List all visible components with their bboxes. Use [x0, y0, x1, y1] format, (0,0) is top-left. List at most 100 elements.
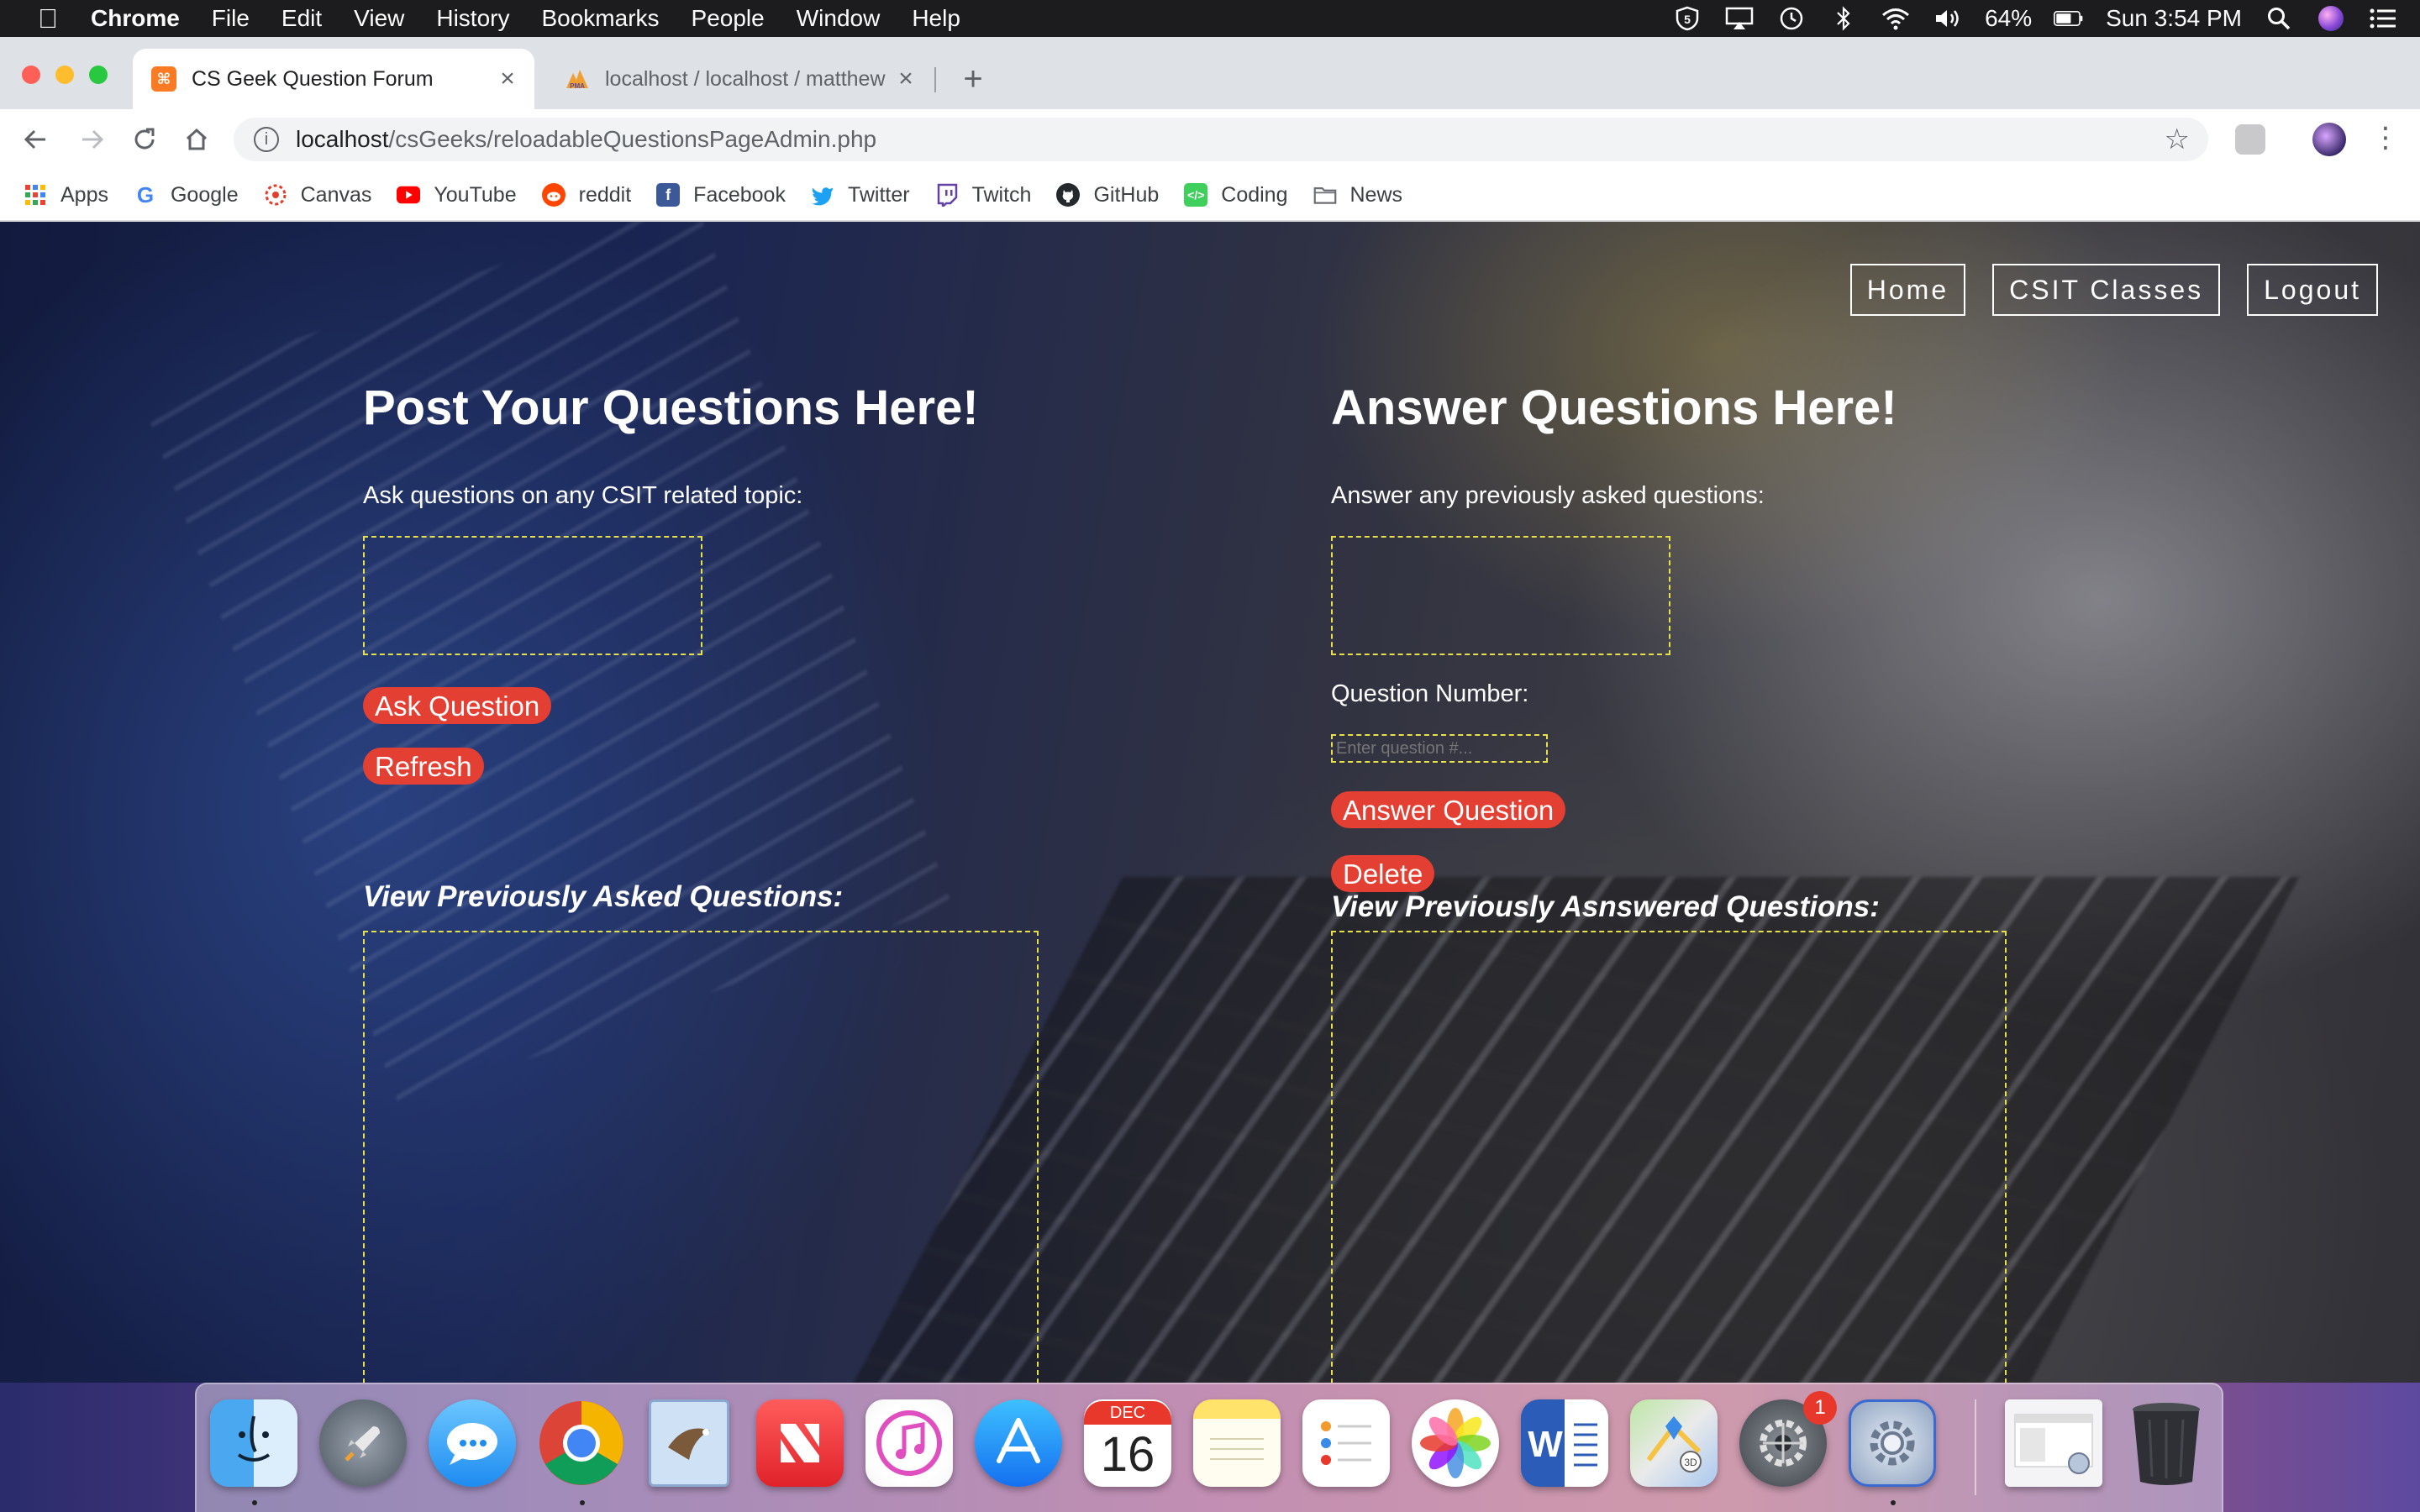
address-bar[interactable]: i localhost/csGeeks/reloadableQuestionsP… [234, 118, 2208, 161]
question-number-label: Question Number: [1331, 680, 1529, 707]
twitch-icon [935, 183, 959, 207]
browser-tab-strip: ⌘ CS Geek Question Forum × PMA localhost… [0, 37, 2420, 109]
bookmark-canvas[interactable]: Canvas [264, 183, 371, 207]
reminders-icon[interactable] [1302, 1399, 1390, 1487]
minimized-window-thumbnail[interactable] [2005, 1399, 2102, 1487]
phpmyadmin-icon: PMA [565, 66, 590, 92]
tab-divider [934, 67, 936, 92]
wifi-icon[interactable] [1881, 6, 1911, 31]
notification-center-icon[interactable] [2368, 6, 2398, 31]
app-store-icon[interactable] [975, 1399, 1062, 1487]
ask-question-button[interactable]: Ask Question [363, 687, 552, 724]
bookmark-news-folder[interactable]: News [1313, 182, 1403, 207]
menu-help[interactable]: Help [912, 5, 960, 32]
bookmark-star-icon[interactable]: ☆ [2165, 123, 2190, 156]
time-machine-icon[interactable] [1776, 6, 1807, 31]
bookmark-facebook[interactable]: f Facebook [656, 183, 786, 207]
itunes-icon[interactable] [865, 1399, 953, 1487]
tab-close-icon[interactable]: × [891, 64, 921, 94]
menubar-clock[interactable]: Sun 3:54 PM [2106, 5, 2242, 32]
home-icon[interactable] [178, 121, 215, 158]
tab-cs-geek-forum[interactable]: ⌘ CS Geek Question Forum × [133, 49, 534, 109]
url-host: localhost [296, 126, 389, 152]
calendar-month: DEC [1084, 1401, 1171, 1425]
ask-heading: Post Your Questions Here! [363, 381, 979, 435]
maps-icon[interactable]: 3D [1630, 1399, 1718, 1487]
refresh-button[interactable]: Refresh [363, 748, 484, 785]
running-indicator [252, 1500, 257, 1505]
window-zoom-button[interactable] [89, 66, 108, 84]
nav-logout-link[interactable]: Logout [2247, 264, 2378, 316]
chrome-app-icon[interactable] [538, 1399, 625, 1487]
bookmark-google[interactable]: G Google [134, 182, 239, 207]
reload-icon[interactable] [126, 121, 163, 158]
svg-text:PMA: PMA [570, 82, 585, 90]
tab-phpmyadmin[interactable]: PMA localhost / localhost / matthew × [546, 49, 933, 109]
window-close-button[interactable] [22, 66, 40, 84]
bookmark-twitch[interactable]: Twitch [935, 183, 1031, 207]
twitter-icon [811, 183, 834, 207]
siri-icon[interactable] [2316, 6, 2346, 31]
airplay-icon[interactable] [1724, 6, 1754, 31]
macos-menu-bar:  Chrome File Edit View History Bookmark… [0, 0, 2420, 37]
finder-icon[interactable] [210, 1399, 297, 1487]
chrome-menu-icon[interactable]: ⋮ [2371, 121, 2400, 155]
bookmark-reddit[interactable]: reddit [541, 183, 631, 207]
new-tab-icon[interactable]: + [956, 62, 990, 96]
canvas-icon [264, 183, 287, 207]
site-info-icon[interactable]: i [254, 127, 279, 152]
volume-icon[interactable] [1933, 6, 1963, 31]
running-indicator [580, 1500, 585, 1505]
back-icon[interactable] [17, 121, 54, 158]
bookmark-coding[interactable]: </> Coding [1184, 183, 1288, 207]
answer-textarea[interactable] [1331, 536, 1670, 655]
bookmark-github[interactable]: GitHub [1056, 183, 1159, 207]
battery-percent: 64% [1985, 5, 2033, 31]
bookmark-twitter[interactable]: Twitter [811, 183, 910, 207]
bookmark-apps[interactable]: Apps [24, 183, 108, 207]
messages-icon[interactable] [429, 1399, 516, 1487]
news-app-icon[interactable] [756, 1399, 844, 1487]
ask-question-section: Post Your Questions Here! Ask questions … [363, 222, 1203, 1383]
menu-history[interactable]: History [436, 5, 509, 32]
menu-app-name[interactable]: Chrome [91, 5, 180, 32]
word-icon[interactable]: W [1521, 1399, 1608, 1487]
menubar-status-area: 5 64% Sun 3:54 PM [1672, 0, 2398, 37]
battery-icon[interactable] [2054, 6, 2084, 31]
launchpad-icon[interactable] [319, 1399, 407, 1487]
gear-app-icon[interactable] [1849, 1399, 1936, 1487]
browser-toolbar: i localhost/csGeeks/reloadableQuestionsP… [0, 109, 2420, 170]
trash-icon[interactable] [2123, 1399, 2210, 1487]
delete-button[interactable]: Delete [1331, 855, 1435, 892]
shield-5-icon[interactable]: 5 [1672, 6, 1702, 31]
extension-icon[interactable] [2235, 124, 2265, 155]
facebook-icon: f [656, 183, 681, 207]
coding-icon: </> [1184, 183, 1208, 207]
tab-close-icon[interactable]: × [492, 64, 523, 94]
profile-avatar[interactable] [2312, 123, 2346, 156]
question-textarea[interactable] [363, 536, 702, 655]
notes-icon[interactable] [1193, 1399, 1281, 1487]
apps-grid-icon [24, 183, 47, 207]
calendar-day: 16 [1100, 1427, 1155, 1482]
menu-file[interactable]: File [212, 5, 250, 32]
bookmark-youtube[interactable]: YouTube [397, 183, 517, 207]
menu-window[interactable]: Window [797, 5, 881, 32]
bluetooth-icon[interactable] [1828, 6, 1859, 31]
calendar-icon[interactable]: DEC 16 [1084, 1399, 1171, 1487]
window-minimize-button[interactable] [55, 66, 74, 84]
answered-questions-list[interactable] [1331, 931, 2007, 1383]
apple-menu-icon[interactable]:  [34, 4, 62, 33]
question-number-input[interactable] [1331, 734, 1548, 763]
photos-icon[interactable] [1412, 1399, 1499, 1487]
bookmark-label: News [1349, 182, 1403, 207]
menu-edit[interactable]: Edit [281, 5, 322, 32]
mail-icon[interactable] [649, 1399, 729, 1487]
menu-people[interactable]: People [692, 5, 765, 32]
menu-bookmarks[interactable]: Bookmarks [541, 5, 659, 32]
menu-view[interactable]: View [354, 5, 404, 32]
forward-icon[interactable] [74, 121, 111, 158]
spotlight-search-icon[interactable] [2264, 6, 2294, 31]
asked-questions-list[interactable] [363, 931, 1039, 1383]
answer-question-button[interactable]: Answer Question [1331, 791, 1566, 828]
